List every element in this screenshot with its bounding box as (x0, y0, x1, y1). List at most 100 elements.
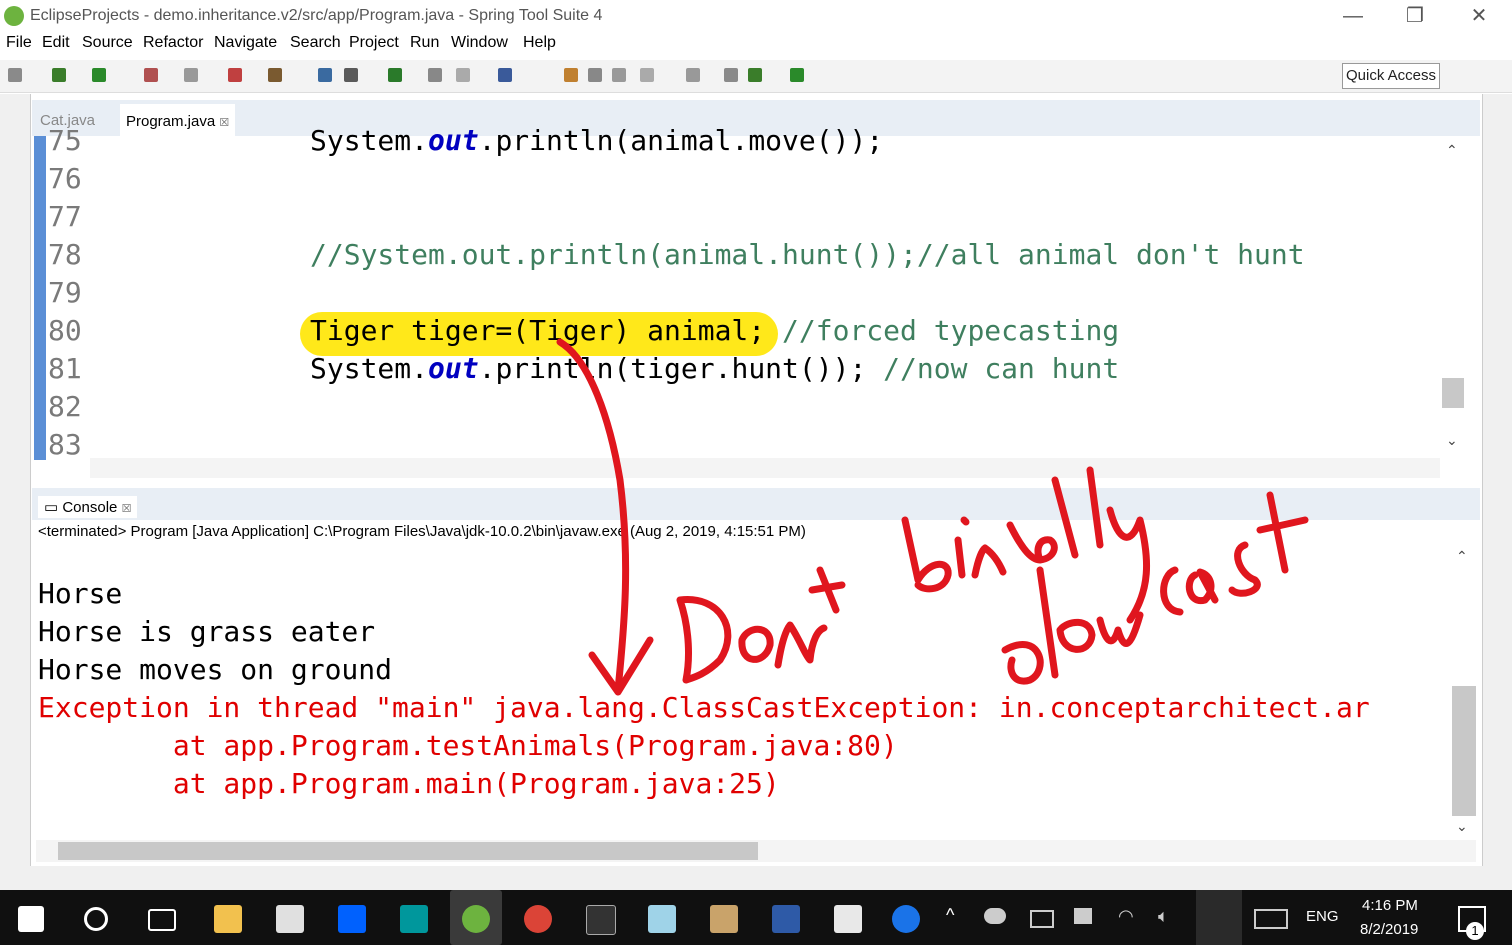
onedrive-icon[interactable] (984, 908, 1006, 924)
toolbar-icon[interactable] (428, 68, 442, 82)
clock-time[interactable]: 4:16 PM (1362, 897, 1418, 914)
notebook-icon[interactable] (648, 905, 676, 933)
paint-icon[interactable] (710, 905, 738, 933)
menu-help[interactable]: Help (523, 34, 556, 52)
line-number: 75 (48, 124, 82, 157)
left-trim-bar (0, 94, 31, 890)
scroll-thumb[interactable] (1452, 686, 1476, 816)
menu-run[interactable]: Run (410, 34, 439, 52)
menu-window[interactable]: Window (451, 34, 508, 52)
code-line-78: //System.out.println(animal.hunt());//al… (310, 238, 1305, 271)
toolbar-icon[interactable] (344, 68, 358, 82)
close-icon[interactable]: ☒ (219, 117, 229, 129)
keyboard-icon[interactable] (1254, 909, 1288, 929)
scroll-thumb[interactable] (1442, 378, 1464, 408)
battery-icon[interactable] (1030, 910, 1054, 928)
editor-vertical-scrollbar[interactable]: ⌃ ⌄ (1442, 140, 1464, 456)
line-number: 83 (48, 428, 82, 461)
tab-console[interactable]: ▭ Console ☒ (38, 496, 138, 518)
code-editor[interactable] (34, 136, 1480, 460)
error-line: Exception in thread "main" java.lang.Cla… (38, 691, 1370, 724)
quick-access-field[interactable]: Quick Access (1342, 63, 1440, 89)
menu-navigate[interactable]: Navigate (214, 34, 277, 52)
pen-workspace-button[interactable] (1196, 890, 1242, 945)
console-line: Horse is grass eater (38, 615, 376, 648)
menu-source[interactable]: Source (82, 34, 133, 52)
toolbar-icon[interactable] (564, 68, 578, 82)
window-title: EclipseProjects - demo.inheritance.v2/sr… (30, 7, 603, 24)
line-number: 82 (48, 390, 82, 423)
window-app-icon[interactable] (834, 905, 862, 933)
dropbox-icon[interactable] (338, 905, 366, 933)
tab-program-java[interactable]: Program.java ☒ (120, 104, 236, 136)
toolbar-icon[interactable] (612, 68, 626, 82)
console-line: Horse moves on ground (38, 653, 393, 686)
toolbar-icon[interactable] (318, 68, 332, 82)
scroll-thumb[interactable] (58, 842, 758, 860)
toolbar-icon[interactable] (498, 68, 512, 82)
toolbar-icon[interactable] (52, 68, 66, 82)
menu-project[interactable]: Project (349, 34, 399, 52)
chevron-down-icon[interactable]: ⌄ (1456, 818, 1468, 835)
toolbar-icon[interactable] (640, 68, 654, 82)
console-line: Horse (38, 577, 123, 610)
error-line: at app.Program.main(Program.java:25) (38, 767, 780, 800)
editor-horizontal-scrollbar[interactable] (90, 458, 1440, 478)
close-icon[interactable]: ☒ (122, 503, 132, 515)
toolbar-icon[interactable] (144, 68, 158, 82)
toolbar-icon[interactable] (724, 68, 738, 82)
maximize-button[interactable]: ❐ (1392, 2, 1438, 30)
code-line-75: System.out.println(animal.move()); (310, 124, 884, 157)
minimize-button[interactable]: — (1330, 2, 1376, 30)
menu-search[interactable]: Search (290, 34, 341, 52)
chevron-up-icon[interactable]: ⌃ (1446, 142, 1458, 159)
line-number: 80 (48, 314, 82, 347)
chevron-up-icon[interactable]: ⌃ (1456, 548, 1468, 565)
file-explorer-icon[interactable] (214, 905, 242, 933)
visual-studio-icon[interactable] (772, 905, 800, 933)
console-horizontal-scrollbar[interactable] (36, 840, 1476, 862)
code-line-80: Tiger tiger=(Tiger) animal; //forced typ… (310, 314, 1120, 347)
status-bar (0, 866, 1512, 890)
line-number: 79 (48, 276, 82, 309)
language-indicator[interactable]: ENG (1306, 908, 1339, 925)
clock-date[interactable]: 8/2/2019 (1360, 921, 1418, 938)
windows-start-icon[interactable] (18, 906, 44, 932)
toolbar-icon[interactable] (456, 68, 470, 82)
toolbar-icon[interactable] (268, 68, 282, 82)
help-icon[interactable] (892, 905, 920, 933)
dropbox-tray-icon[interactable] (1074, 908, 1092, 924)
search-icon[interactable] (84, 907, 108, 931)
error-line: at app.Program.testAnimals(Program.java:… (38, 729, 898, 762)
toolbar-icon[interactable] (790, 68, 804, 82)
chevron-down-icon[interactable]: ⌄ (1446, 432, 1458, 449)
toolbar-icon[interactable] (588, 68, 602, 82)
chevron-up-icon[interactable]: ^ (946, 905, 954, 926)
line-number: 76 (48, 162, 82, 195)
terminal-icon[interactable] (586, 905, 616, 935)
notification-count-badge: 1 (1466, 922, 1484, 940)
console-status: <terminated> Program [Java Application] … (38, 523, 806, 540)
toolbar-icon[interactable] (686, 68, 700, 82)
menu-edit[interactable]: Edit (42, 34, 70, 52)
toolbar-icon[interactable] (388, 68, 402, 82)
chrome-icon[interactable] (524, 905, 552, 933)
close-button[interactable]: ✕ (1456, 2, 1502, 30)
menu-bar: File Edit Source Refactor Navigate Searc… (0, 34, 1512, 58)
line-number: 77 (48, 200, 82, 233)
console-vertical-scrollbar[interactable]: ⌃ ⌄ (1452, 548, 1476, 838)
wifi-icon[interactable]: ◠ (1118, 906, 1134, 927)
editor-ruler (34, 136, 46, 460)
toolbar-icon[interactable] (8, 68, 22, 82)
volume-icon[interactable]: 🔈︎ (1158, 906, 1169, 927)
toolbar-icon[interactable] (184, 68, 198, 82)
menu-file[interactable]: File (6, 34, 32, 52)
toolbar-icon[interactable] (748, 68, 762, 82)
task-view-icon[interactable] (148, 909, 176, 931)
store-icon[interactable] (276, 905, 304, 933)
code-line-81: System.out.println(tiger.hunt()); //now … (310, 352, 1120, 385)
toolbar-icon[interactable] (92, 68, 106, 82)
toolbar-icon[interactable] (228, 68, 242, 82)
arduino-icon[interactable] (400, 905, 428, 933)
menu-refactor[interactable]: Refactor (143, 34, 203, 52)
